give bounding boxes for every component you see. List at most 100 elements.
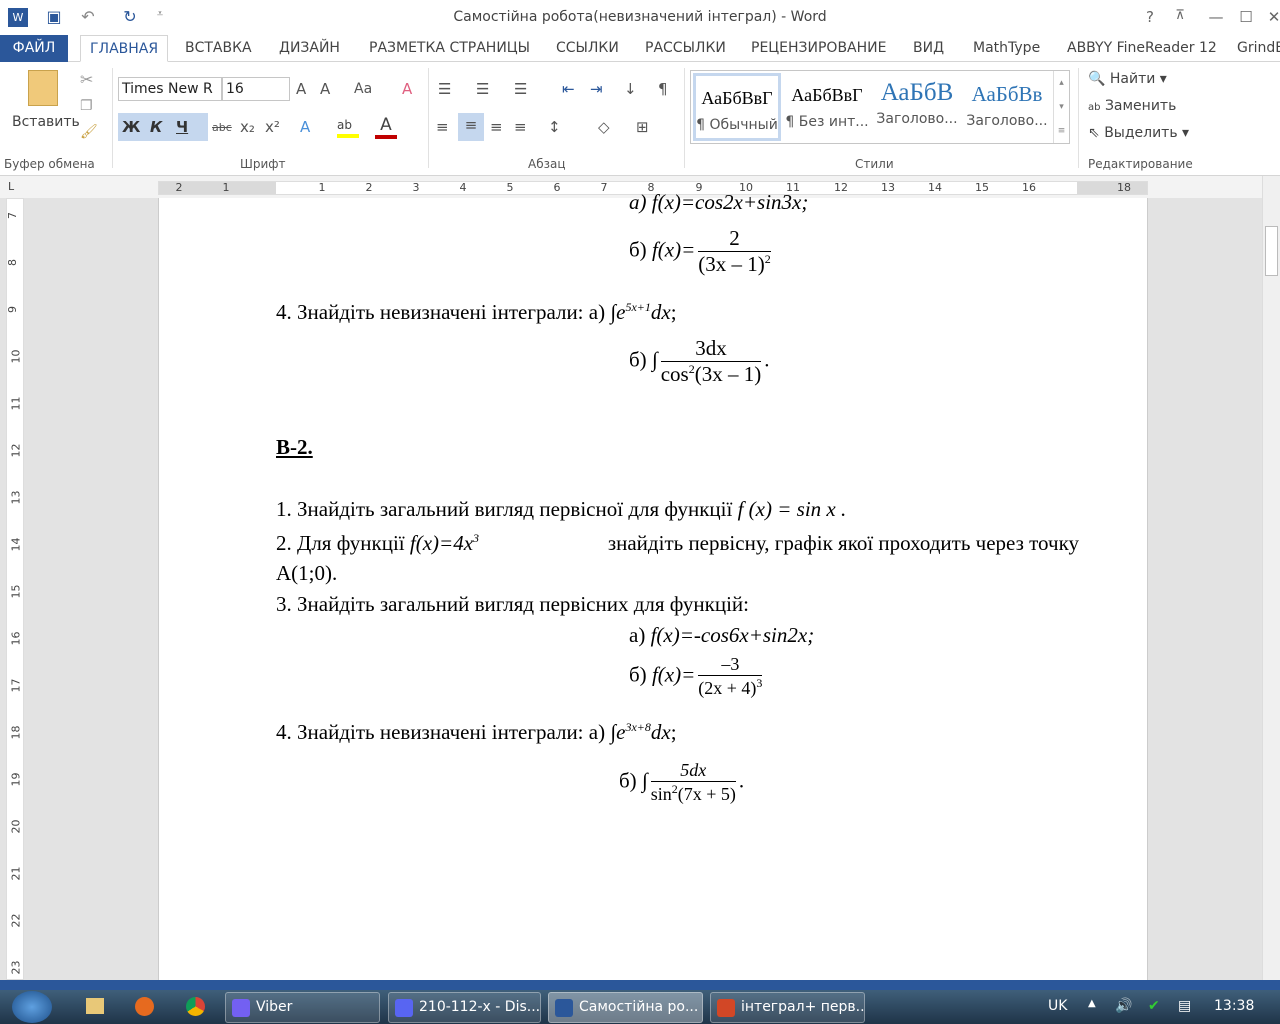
ruler-number: 19 bbox=[9, 772, 23, 787]
paste-button[interactable]: Вставить bbox=[12, 114, 80, 130]
strikethrough-button[interactable]: abc bbox=[212, 116, 232, 140]
v1-task4b: б) ∫ 3dx cos2(3x – 1). bbox=[629, 336, 770, 386]
format-painter-icon[interactable]: 🖌 bbox=[80, 124, 98, 140]
tab-home[interactable]: ГЛАВНАЯ bbox=[80, 35, 169, 62]
replace-label: Заменить bbox=[1104, 98, 1177, 114]
tab-file[interactable]: ФАЙЛ bbox=[0, 35, 68, 62]
ruler-number: 1 bbox=[318, 181, 326, 194]
tab-review[interactable]: РЕЦЕНЗИРОВАНИЕ bbox=[742, 35, 895, 62]
font-size-select[interactable]: 16 bbox=[222, 77, 290, 101]
tab-selector[interactable]: L bbox=[8, 180, 14, 193]
style-no-spacing[interactable]: АаБбВвГ ¶ Без инт... bbox=[783, 73, 871, 141]
network-status-icon[interactable]: ✔ bbox=[1148, 998, 1160, 1014]
find-button[interactable]: 🔍 Найти ▾ bbox=[1088, 71, 1167, 87]
bold-button[interactable]: Ж bbox=[122, 115, 140, 139]
status-bar bbox=[0, 980, 1280, 990]
tab-abbyy[interactable]: ABBYY FineReader 12 bbox=[1058, 35, 1226, 62]
scrollbar-thumb[interactable] bbox=[1265, 226, 1278, 276]
taskbar-powerpoint[interactable]: інтеграл+ перв... bbox=[710, 992, 865, 1023]
select-button[interactable]: ⇖ Выделить ▾ bbox=[1088, 125, 1189, 141]
taskbar-word[interactable]: Самостійна ро... bbox=[548, 992, 703, 1023]
v2-task3a: а) f(x)=-cos6x+sin2x; bbox=[629, 623, 815, 647]
help-button[interactable]: ? bbox=[1140, 8, 1160, 26]
superscript-button[interactable]: x² bbox=[265, 115, 280, 139]
window-title: Самостійна робота(невизначений інтеграл)… bbox=[453, 9, 827, 25]
v1-task3a: а) f(x)=cos2x+sin3x; bbox=[629, 190, 809, 214]
clock[interactable]: 13:38 bbox=[1214, 998, 1254, 1014]
grow-font-button[interactable]: A bbox=[296, 77, 306, 101]
tab-grindeq[interactable]: GrindEQ bbox=[1228, 35, 1280, 62]
decrease-indent-button[interactable]: ⇤ bbox=[562, 77, 575, 101]
discord-icon bbox=[395, 999, 413, 1017]
align-center-button[interactable]: ≡ bbox=[458, 113, 484, 141]
vertical-ruler[interactable]: 7 8 9 10 11 12 13 14 15 16 17 18 19 20 21 22 23 bbox=[6, 198, 24, 980]
show-hidden-icons[interactable]: ▲ bbox=[1088, 998, 1096, 1009]
taskbar-viber[interactable]: Viber bbox=[225, 992, 380, 1023]
ruler-number: 23 bbox=[9, 960, 23, 975]
ribbon-tabs: ФАЙЛ ГЛАВНАЯ ВСТАВКА ДИЗАЙН РАЗМЕТКА СТР… bbox=[0, 35, 1280, 62]
vertical-scrollbar[interactable] bbox=[1262, 176, 1280, 980]
tab-view[interactable]: ВИД bbox=[904, 35, 953, 62]
italic-button[interactable]: К bbox=[150, 115, 162, 139]
select-label: Выделить bbox=[1104, 125, 1178, 141]
show-marks-button[interactable]: ¶ bbox=[658, 77, 668, 101]
underline-button[interactable]: Ч bbox=[176, 115, 188, 139]
paste-icon[interactable] bbox=[28, 70, 58, 106]
taskbar-discord[interactable]: 210-112-х - Dis... bbox=[388, 992, 541, 1023]
network-icon[interactable]: ▤ bbox=[1178, 998, 1191, 1014]
style-heading-2[interactable]: АаБбВв Заголово... bbox=[963, 73, 1051, 141]
ruler-number: 13 bbox=[881, 181, 895, 194]
language-indicator[interactable]: UK bbox=[1048, 998, 1067, 1014]
firefox-icon[interactable] bbox=[135, 997, 154, 1016]
borders-button[interactable]: ⊞ bbox=[636, 115, 649, 139]
tab-mathtype[interactable]: MathType bbox=[964, 35, 1049, 62]
minimize-button[interactable]: — bbox=[1206, 8, 1226, 26]
ribbon-display-button[interactable]: ⊼ bbox=[1170, 8, 1190, 23]
replace-button[interactable]: ab Заменить bbox=[1088, 98, 1176, 114]
style-name: ¶ Обычный bbox=[696, 117, 778, 133]
change-case-button[interactable]: Aa bbox=[354, 77, 372, 101]
tab-mailings[interactable]: РАССЫЛКИ bbox=[636, 35, 735, 62]
shrink-font-button[interactable]: A bbox=[320, 77, 330, 101]
text-effects-button[interactable]: A bbox=[300, 115, 310, 139]
document-page[interactable]: а) f(x)=cos2x+sin3x; б) f(x)= 2 (3x – 1)2 … bbox=[158, 190, 1148, 980]
increase-indent-button[interactable]: ⇥ bbox=[590, 77, 603, 101]
v2-task1: 1. Знайдіть загальний вигляд первісної д… bbox=[276, 497, 847, 521]
ruler-number: 10 bbox=[9, 349, 23, 364]
volume-icon[interactable]: 🔊 bbox=[1115, 998, 1132, 1014]
font-name-select[interactable]: Times New R bbox=[118, 77, 222, 101]
align-left-button[interactable]: ≡ bbox=[436, 115, 449, 139]
style-normal[interactable]: АаБбВвГ ¶ Обычный bbox=[693, 73, 781, 141]
styles-scroll[interactable]: ▴ ▾ ≡ bbox=[1053, 71, 1069, 143]
ruler-number: 21 bbox=[9, 866, 23, 881]
tab-design[interactable]: ДИЗАЙН bbox=[270, 35, 349, 62]
copy-icon[interactable]: ❐ bbox=[80, 98, 93, 114]
multilevel-list-button[interactable]: ☰ bbox=[514, 77, 527, 101]
style-heading-1[interactable]: АаБбВ Заголово... bbox=[873, 73, 961, 141]
align-right-button[interactable]: ≡ bbox=[490, 115, 503, 139]
cut-icon[interactable]: ✂ bbox=[80, 70, 93, 89]
bullets-button[interactable]: ☰ bbox=[438, 77, 451, 101]
ruler-number: 4 bbox=[459, 181, 467, 194]
subscript-button[interactable]: x₂ bbox=[240, 115, 255, 139]
style-sample: АаБбВв bbox=[971, 82, 1043, 106]
chrome-icon[interactable] bbox=[186, 997, 205, 1016]
tab-insert[interactable]: ВСТАВКА bbox=[176, 35, 261, 62]
ruler-number: 16 bbox=[1022, 181, 1036, 194]
explorer-icon[interactable] bbox=[86, 998, 104, 1014]
highlight-color-button[interactable]: ab bbox=[337, 118, 359, 138]
shading-button[interactable]: ◇ bbox=[598, 115, 610, 139]
tab-layout[interactable]: РАЗМЕТКА СТРАНИЦЫ bbox=[360, 35, 539, 62]
clear-formatting-icon[interactable]: A bbox=[402, 77, 412, 101]
sort-button[interactable]: ↓ bbox=[624, 77, 637, 101]
maximize-button[interactable]: ☐ bbox=[1236, 8, 1256, 26]
numbering-button[interactable]: ☰ bbox=[476, 77, 489, 101]
justify-button[interactable]: ≡ bbox=[514, 115, 527, 139]
line-spacing-button[interactable]: ↕ bbox=[548, 115, 561, 139]
font-color-button[interactable]: A bbox=[375, 115, 397, 139]
start-button[interactable] bbox=[12, 991, 52, 1023]
close-button[interactable]: ✕ bbox=[1264, 8, 1280, 26]
ruler-number: 22 bbox=[9, 913, 23, 928]
tab-references[interactable]: ССЫЛКИ bbox=[547, 35, 628, 62]
ruler-number: 11 bbox=[9, 396, 23, 411]
